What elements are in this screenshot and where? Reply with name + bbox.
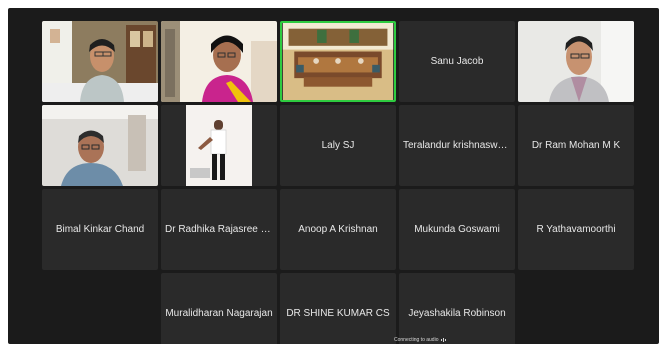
participant-name: Mukunda Goswami — [414, 223, 500, 235]
participant-video-feed — [161, 105, 277, 186]
video-gallery: Sanu Jacob Laly SJ Teralandur krishnaswa… — [8, 8, 659, 344]
participant-video-5[interactable] — [518, 21, 634, 102]
participant-name: Sanu Jacob — [430, 55, 484, 67]
participant-video-feed — [42, 21, 158, 102]
participant-video-7[interactable] — [161, 105, 277, 186]
participant-tile-jeyashakila[interactable]: Jeyashakila Robinson — [399, 273, 515, 344]
participant-name: Bimal Kinkar Chand — [55, 223, 145, 235]
participant-tile-laly-sj[interactable]: Laly SJ — [280, 105, 396, 186]
participant-video-3[interactable] — [280, 21, 396, 102]
participant-tile-muralidharan[interactable]: Muralidharan Nagarajan — [161, 273, 277, 344]
participant-tile-radhika[interactable]: Dr Radhika Rajasree S.R. — [161, 189, 277, 270]
participant-tile-yathavamoorthi[interactable]: R Yathavamoorthi — [518, 189, 634, 270]
participant-tile-teralandur[interactable]: Teralandur krishnaswam... — [399, 105, 515, 186]
participant-tile-bimal[interactable]: Bimal Kinkar Chand — [42, 189, 158, 270]
participant-tile-mukunda[interactable]: Mukunda Goswami — [399, 189, 515, 270]
participant-name: Dr Ram Mohan M K — [531, 139, 621, 151]
participant-video-feed — [161, 21, 277, 102]
participant-video-feed — [282, 23, 394, 100]
participant-video-feed — [42, 105, 158, 186]
participant-tile-ram-mohan[interactable]: Dr Ram Mohan M K — [518, 105, 634, 186]
participant-name: Anoop A Krishnan — [298, 223, 378, 235]
audio-status-text: Connecting to audio — [394, 336, 439, 343]
participant-video-1[interactable] — [42, 21, 158, 102]
participant-name: R Yathavamoorthi — [536, 223, 616, 235]
participant-tile-anoop[interactable]: Anoop A Krishnan — [280, 189, 396, 270]
audio-connecting-icon — [441, 338, 447, 342]
participant-name: Jeyashakila Robinson — [408, 307, 506, 319]
participant-name: DR SHINE KUMAR CS — [286, 307, 390, 319]
participant-video-6[interactable] — [42, 105, 158, 186]
participant-name: Muralidharan Nagarajan — [165, 307, 273, 319]
participant-name: Dr Radhika Rajasree S.R. — [165, 223, 273, 235]
audio-status: Connecting to audio — [394, 335, 447, 345]
participant-tile-sanu-jacob[interactable]: Sanu Jacob — [399, 21, 515, 102]
participant-video-2[interactable] — [161, 21, 277, 102]
participant-video-feed — [518, 21, 634, 102]
participant-name: Laly SJ — [321, 139, 355, 151]
participant-name: Teralandur krishnaswam... — [403, 139, 511, 151]
participant-tile-shine-kumar[interactable]: DR SHINE KUMAR CS — [280, 273, 396, 344]
